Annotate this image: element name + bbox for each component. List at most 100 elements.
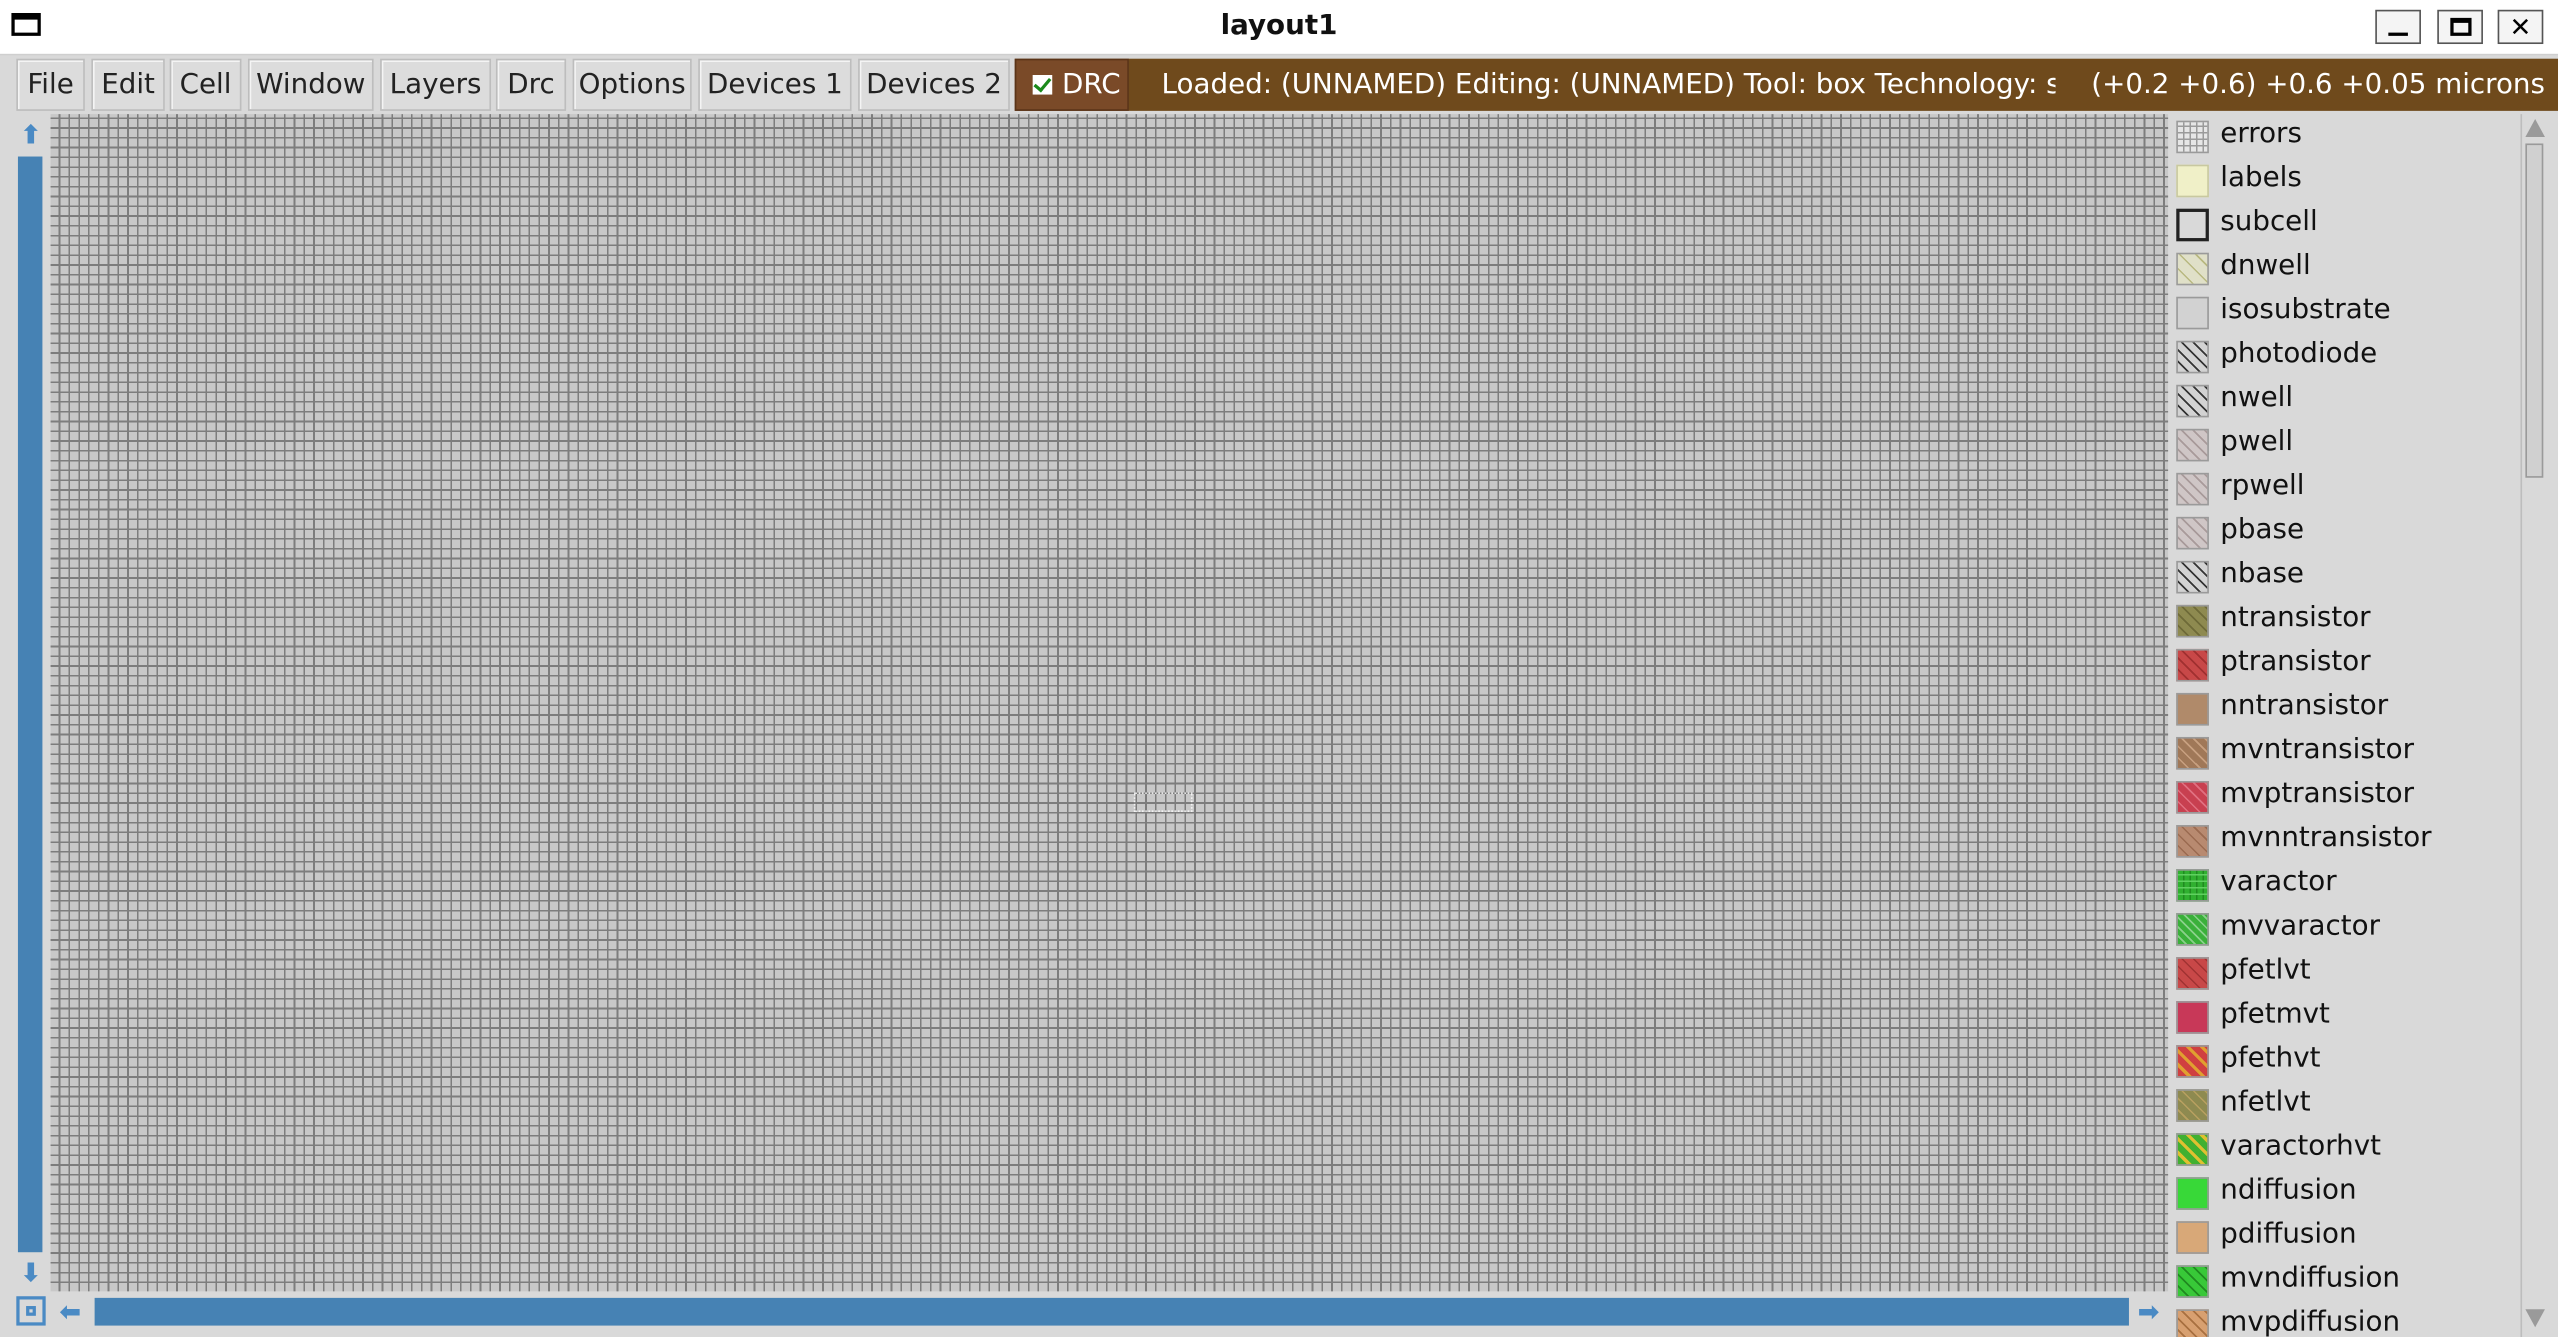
- vertical-scroll-thumb[interactable]: [17, 156, 43, 1253]
- layer-item-pfethvt[interactable]: pfethvt: [2170, 1039, 2521, 1083]
- maximize-button[interactable]: [2437, 9, 2483, 45]
- layer-item-varactor[interactable]: varactor: [2170, 863, 2521, 907]
- triangle-down-icon[interactable]: [2525, 1309, 2545, 1328]
- layer-item-nwell[interactable]: nwell: [2170, 378, 2521, 422]
- menu-layers[interactable]: Layers: [380, 58, 492, 111]
- arrow-left-icon: ⬅: [59, 1295, 82, 1327]
- layer-item-rpwell[interactable]: rpwell: [2170, 466, 2521, 510]
- layer-swatch: [2176, 164, 2209, 198]
- layer-item-dnwell[interactable]: dnwell: [2170, 246, 2521, 290]
- layer-swatch: [2176, 1133, 2209, 1166]
- layer-item-nbase[interactable]: nbase: [2170, 554, 2521, 598]
- layer-swatch: [2176, 516, 2209, 550]
- layer-label: mvptransistor: [2220, 777, 2415, 811]
- layer-label: photodiode: [2220, 337, 2378, 371]
- layer-swatch: [2176, 648, 2209, 682]
- menu-edit[interactable]: Edit: [91, 58, 165, 111]
- layer-label: mvnntransistor: [2220, 821, 2432, 855]
- cursor-coordinates: (+0.2 +0.6) +0.6 +0.05 microns: [2091, 68, 2545, 102]
- layer-panel-scroll-thumb[interactable]: [2525, 143, 2544, 478]
- layer-label: mvntransistor: [2220, 733, 2415, 767]
- layer-item-mvptransistor[interactable]: mvptransistor: [2170, 774, 2521, 818]
- menu-bar: File Edit Cell Window Layers Drc Options…: [0, 55, 2558, 115]
- scroll-right-button[interactable]: ➡: [2132, 1295, 2165, 1328]
- layer-panel-scrollbar[interactable]: [2520, 114, 2549, 1337]
- drc-toggle[interactable]: DRC: [1014, 58, 1129, 111]
- zoom-box-icon[interactable]: [16, 1296, 46, 1326]
- layout-canvas[interactable]: [50, 114, 2169, 1292]
- menu-drc[interactable]: Drc: [495, 58, 567, 111]
- layer-label: isosubstrate: [2220, 293, 2391, 327]
- layer-swatch: [2176, 825, 2209, 858]
- close-button[interactable]: ✕: [2497, 9, 2544, 45]
- layer-label: nfetlvt: [2220, 1085, 2311, 1119]
- menu-devices-1[interactable]: Devices 1: [698, 58, 852, 111]
- menu-file[interactable]: File: [16, 58, 85, 111]
- layer-swatch: [2176, 869, 2209, 902]
- arrow-down-icon: ⬇: [20, 1256, 42, 1288]
- layer-swatch: [2176, 604, 2209, 638]
- layer-item-ndiffusion[interactable]: ndiffusion: [2170, 1171, 2521, 1215]
- layer-swatch: [2176, 1177, 2209, 1210]
- layer-item-ptransistor[interactable]: ptransistor: [2170, 642, 2521, 686]
- vertical-scrollbar[interactable]: ⬆ ⬇: [13, 114, 49, 1292]
- menu-devices-2[interactable]: Devices 2: [858, 58, 1010, 111]
- layer-item-photodiode[interactable]: photodiode: [2170, 334, 2521, 378]
- layer-item-mvntransistor[interactable]: mvntransistor: [2170, 730, 2521, 774]
- layer-item-mvpdiffusion[interactable]: mvpdiffusion: [2170, 1303, 2521, 1337]
- layer-label: pfetmvt: [2220, 997, 2330, 1031]
- layer-swatch: [2176, 957, 2209, 990]
- scroll-down-button[interactable]: ⬇: [15, 1255, 48, 1288]
- layer-item-errors[interactable]: errors: [2170, 114, 2521, 158]
- layer-label: mvndiffusion: [2220, 1261, 2401, 1295]
- minimize-button[interactable]: [2375, 9, 2421, 45]
- scroll-up-button[interactable]: ⬆: [15, 117, 48, 150]
- layer-swatch: [2176, 736, 2209, 770]
- layer-label: nbase: [2220, 557, 2305, 591]
- minimize-icon: [2388, 32, 2408, 36]
- layer-label: errors: [2220, 117, 2302, 151]
- layer-item-nfetlvt[interactable]: nfetlvt: [2170, 1083, 2521, 1127]
- layer-label: pwell: [2220, 425, 2294, 459]
- layer-swatch: [2176, 428, 2209, 462]
- horizontal-scrollbar[interactable]: ⬅ ➡: [13, 1292, 2170, 1337]
- layer-item-subcell[interactable]: subcell: [2170, 202, 2521, 246]
- layer-item-pdiffusion[interactable]: pdiffusion: [2170, 1215, 2521, 1259]
- layer-swatch: [2176, 781, 2209, 814]
- layer-swatch: [2176, 913, 2209, 946]
- layer-item-pbase[interactable]: pbase: [2170, 510, 2521, 554]
- layer-label: mvvaractor: [2220, 909, 2381, 943]
- layer-item-varactorhvt[interactable]: varactorhvt: [2170, 1127, 2521, 1171]
- layer-label: pbase: [2220, 513, 2305, 547]
- layer-item-ntransistor[interactable]: ntransistor: [2170, 598, 2521, 642]
- maximize-icon: [2449, 17, 2471, 36]
- horizontal-scroll-thumb[interactable]: [94, 1297, 2129, 1326]
- layer-label: nntransistor: [2220, 689, 2389, 723]
- layer-label: pfethvt: [2220, 1041, 2321, 1075]
- layer-item-pwell[interactable]: pwell: [2170, 422, 2521, 466]
- layer-item-mvvaractor[interactable]: mvvaractor: [2170, 907, 2521, 951]
- layer-label: nwell: [2220, 381, 2294, 415]
- layer-swatch: [2176, 472, 2209, 506]
- layer-label: rpwell: [2220, 469, 2305, 503]
- menu-cell[interactable]: Cell: [169, 58, 242, 111]
- menu-options[interactable]: Options: [572, 58, 692, 111]
- layer-item-nntransistor[interactable]: nntransistor: [2170, 686, 2521, 730]
- layer-item-mvnntransistor[interactable]: mvnntransistor: [2170, 819, 2521, 863]
- menu-window[interactable]: Window: [247, 58, 374, 111]
- layer-label: varactorhvt: [2220, 1129, 2381, 1163]
- triangle-up-icon[interactable]: [2525, 119, 2545, 137]
- app-window: layout1 ✕ File Edit Cell Window Layers D…: [0, 0, 2558, 1337]
- layer-label: varactor: [2220, 865, 2337, 899]
- layer-label: ndiffusion: [2220, 1173, 2357, 1207]
- layer-item-isosubstrate[interactable]: isosubstrate: [2170, 290, 2521, 334]
- layer-swatch: [2176, 340, 2209, 374]
- layer-item-mvndiffusion[interactable]: mvndiffusion: [2170, 1259, 2521, 1303]
- layer-item-pfetmvt[interactable]: pfetmvt: [2170, 995, 2521, 1039]
- layer-item-pfetlvt[interactable]: pfetlvt: [2170, 951, 2521, 995]
- scroll-left-button[interactable]: ⬅: [54, 1295, 87, 1328]
- layer-item-labels[interactable]: labels: [2170, 158, 2521, 202]
- layer-swatch: [2176, 208, 2209, 242]
- arrow-right-icon: ➡: [2137, 1295, 2160, 1327]
- layer-swatch: [2176, 692, 2209, 726]
